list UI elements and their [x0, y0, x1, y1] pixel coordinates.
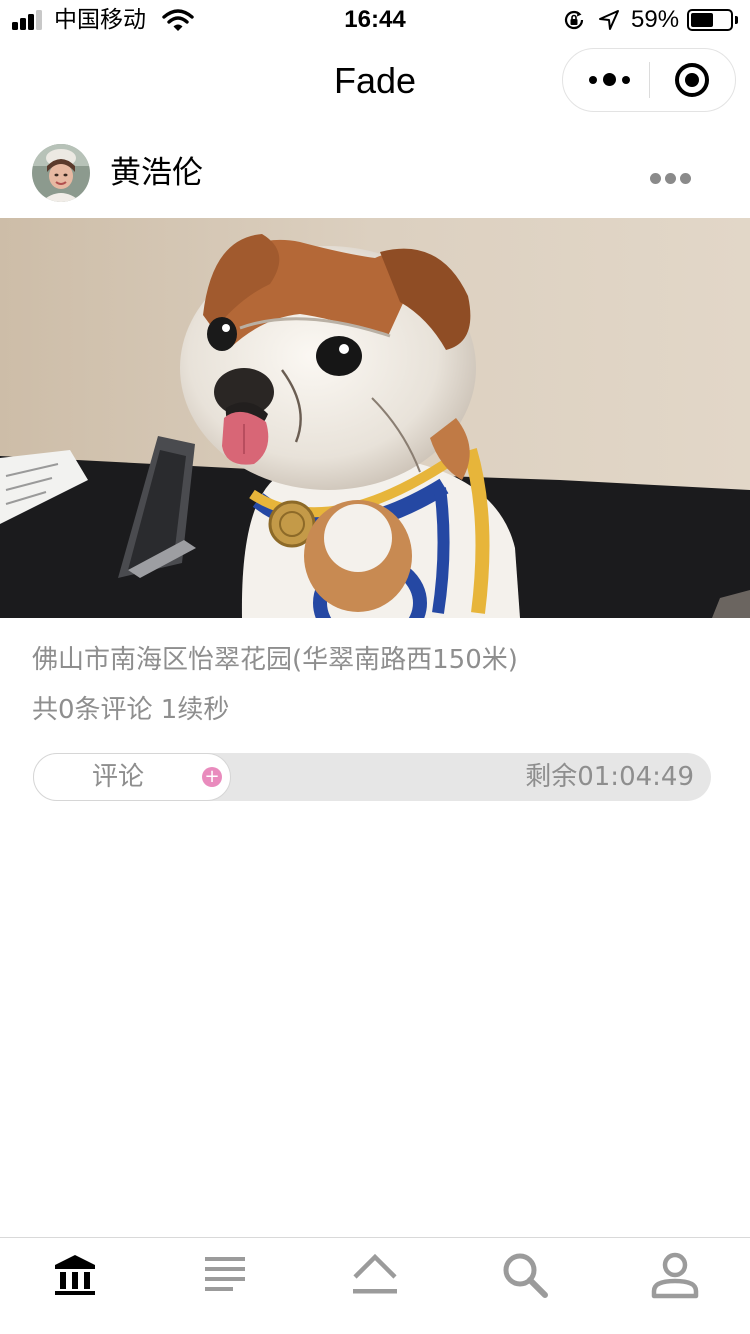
list-icon [205, 1257, 245, 1291]
tab-upload[interactable] [300, 1238, 450, 1334]
rotation-lock-icon [564, 10, 584, 30]
dot [680, 173, 691, 184]
post-photo[interactable] [0, 218, 750, 618]
comment-label: 评论 [92, 762, 145, 792]
dot [622, 76, 630, 84]
status-bar: 中国移动 16:44 59% [0, 0, 750, 40]
dot [650, 173, 661, 184]
dot [603, 73, 616, 86]
close-target-icon[interactable] [675, 63, 709, 97]
post-stats: 共0条评论 1续秒 [32, 695, 230, 725]
post-location: 佛山市南海区怡翠花园(华翠南路西150米) [32, 645, 518, 675]
tab-profile[interactable] [600, 1238, 750, 1334]
target-center [685, 73, 699, 87]
search-icon [503, 1253, 548, 1298]
tab-home[interactable] [0, 1238, 150, 1334]
battery-level-fill [691, 13, 713, 27]
avatar-image [32, 144, 90, 202]
avatar[interactable] [32, 144, 90, 202]
tab-search[interactable] [450, 1238, 600, 1334]
museum-icon [55, 1255, 95, 1295]
dot [665, 173, 676, 184]
tab-bar [0, 1237, 750, 1334]
author-name[interactable]: 黄浩伦 [110, 153, 203, 193]
dot [589, 76, 597, 84]
battery-percent: 59% [631, 6, 680, 33]
upload-icon [353, 1253, 397, 1294]
battery-icon [687, 9, 733, 31]
capsule-divider [649, 62, 650, 98]
battery-cap [735, 16, 738, 24]
plus-icon[interactable]: + [202, 767, 222, 787]
tab-list[interactable] [150, 1238, 300, 1334]
comment-button[interactable]: 评论 + [33, 753, 231, 801]
more-dots-icon[interactable] [583, 65, 637, 95]
location-arrow-icon [599, 10, 619, 30]
profile-icon [651, 1252, 699, 1299]
mini-program-capsule [562, 48, 736, 112]
countdown-text: 剩余01:04:49 [525, 762, 694, 792]
post-more-icon[interactable] [645, 162, 695, 194]
